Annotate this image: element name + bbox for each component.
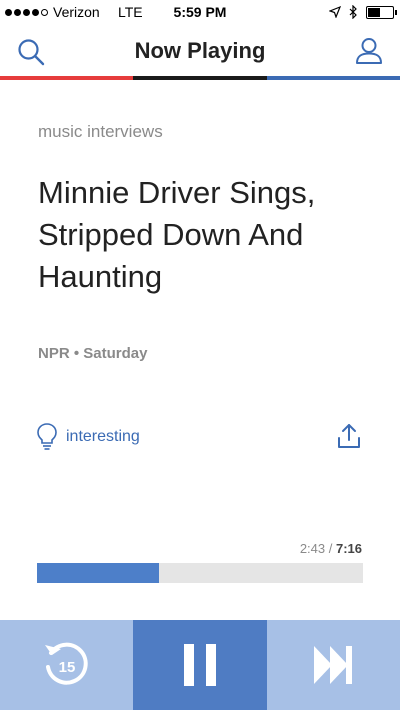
time-separator: / — [325, 541, 336, 556]
pause-icon — [183, 644, 216, 686]
rating-label: interesting — [66, 428, 140, 445]
rewind-seconds-label: 15 — [58, 659, 75, 676]
story-title: Minnie Driver Sings, Stripped Down And H… — [38, 175, 316, 294]
rating-button[interactable]: interesting — [36, 422, 140, 452]
pause-button[interactable] — [133, 620, 267, 710]
stripe-black — [133, 76, 267, 80]
lightbulb-icon — [37, 423, 57, 450]
progress-bar[interactable] — [37, 563, 363, 583]
rewind-15-button[interactable]: 15 — [0, 620, 134, 710]
page-title: Now Playing — [134, 38, 266, 63]
total-time: 7:16 — [335, 541, 362, 556]
playback-controls: 15 — [0, 620, 400, 710]
story-meta: NPR • Saturday — [38, 345, 148, 362]
user-icon[interactable] — [354, 36, 384, 66]
story-category[interactable]: music interviews — [38, 122, 163, 142]
status-bar: Verizon LTE 5:59 PM — [0, 0, 400, 26]
skip-forward-icon — [314, 646, 353, 684]
bluetooth-icon — [349, 5, 357, 19]
nav-bar: Now Playing — [0, 26, 400, 76]
stripe-blue — [266, 76, 400, 80]
battery-icon — [366, 5, 397, 19]
share-icon[interactable] — [336, 422, 362, 450]
brand-stripe — [0, 76, 400, 80]
stripe-red — [0, 76, 134, 80]
playback-time: 2:43 / 7:16 — [300, 541, 362, 556]
skip-forward-button[interactable] — [266, 620, 400, 710]
location-arrow-icon — [329, 6, 341, 18]
rewind-15-icon: 15 — [44, 642, 88, 685]
progress-fill — [37, 563, 159, 583]
elapsed-time: 2:43 — [299, 541, 326, 556]
status-icons — [329, 5, 397, 19]
